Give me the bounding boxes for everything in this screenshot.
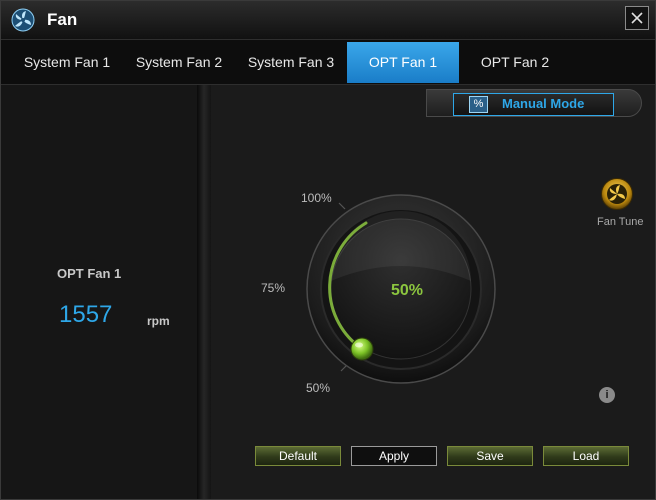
dial-knob[interactable] xyxy=(350,337,374,361)
rpm-value: 1557 xyxy=(59,301,113,328)
close-button[interactable] xyxy=(625,6,649,30)
close-icon xyxy=(631,12,643,24)
dial-value-text: 50% xyxy=(391,282,423,299)
tab-system-fan-3[interactable]: System Fan 3 xyxy=(235,42,347,83)
fan-tabs: System Fan 1 System Fan 2 System Fan 3 O… xyxy=(1,39,655,85)
rpm-unit-label: rpm xyxy=(147,314,170,328)
app-logo-icon xyxy=(11,8,35,32)
fan-status-panel xyxy=(1,85,197,499)
fan-tune-icon[interactable] xyxy=(600,177,634,211)
save-button[interactable]: Save xyxy=(447,446,533,466)
title-bar: Fan xyxy=(1,1,655,39)
tab-opt-fan-2[interactable]: OPT Fan 2 xyxy=(459,42,571,83)
dial-label-75: 75% xyxy=(261,281,286,295)
apply-button[interactable]: Apply xyxy=(351,446,437,466)
window-title: Fan xyxy=(47,10,78,29)
info-icon[interactable]: i xyxy=(599,387,615,403)
fan-speed-dial[interactable]: 50% xyxy=(291,181,511,391)
fan-window: Fan System Fan 1 System Fan 2 System Fan… xyxy=(0,0,656,500)
tab-system-fan-1[interactable]: System Fan 1 xyxy=(11,42,123,83)
fan-tune-label: Fan Tune xyxy=(597,216,644,228)
tab-opt-fan-1[interactable]: OPT Fan 1 xyxy=(347,42,459,83)
tab-system-fan-2[interactable]: System Fan 2 xyxy=(123,42,235,83)
load-button[interactable]: Load xyxy=(543,446,629,466)
fan-name-label: OPT Fan 1 xyxy=(57,266,122,281)
default-button[interactable]: Default xyxy=(255,446,341,466)
manual-mode-button[interactable]: % Manual Mode xyxy=(453,93,614,116)
panel-divider xyxy=(197,85,211,499)
percent-icon: % xyxy=(469,96,488,113)
mode-label: Manual Mode xyxy=(502,96,585,111)
